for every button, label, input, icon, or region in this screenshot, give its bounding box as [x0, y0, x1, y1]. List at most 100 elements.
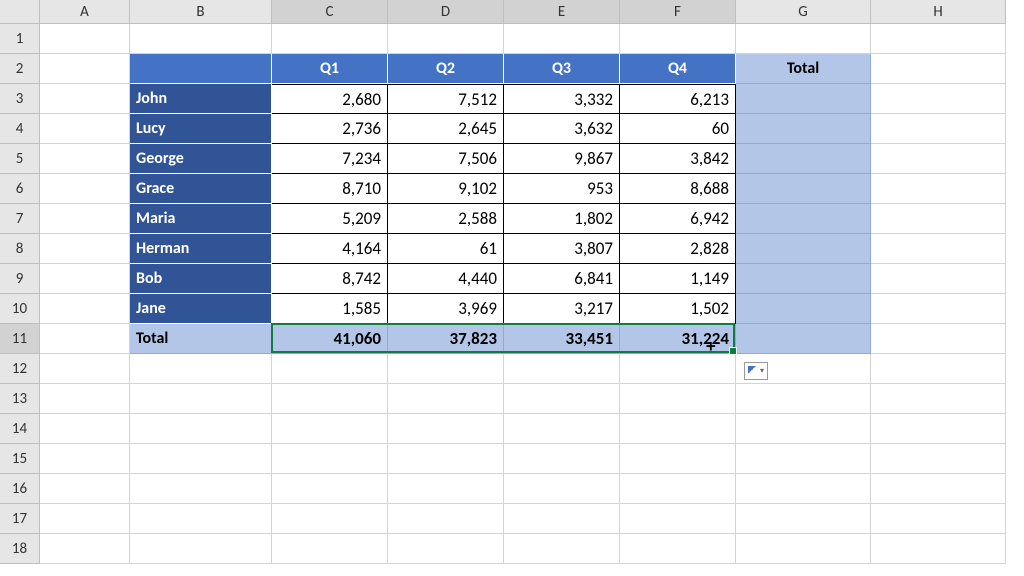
val-george-q2[interactable]: 7,506: [388, 144, 504, 174]
cell-G16[interactable]: [736, 474, 871, 504]
val-jane-q3[interactable]: 3,217: [504, 294, 620, 324]
cell-E1[interactable]: [504, 24, 620, 54]
col-header-E[interactable]: E: [504, 0, 620, 24]
header-q4[interactable]: Q4: [620, 54, 736, 84]
cell-H1[interactable]: [871, 24, 1006, 54]
row-header-9[interactable]: 9: [0, 264, 40, 294]
name-lucy[interactable]: Lucy: [130, 114, 272, 144]
total-q4[interactable]: 31,224: [620, 324, 736, 354]
col-header-G[interactable]: G: [736, 0, 871, 24]
cell-A13[interactable]: [40, 384, 130, 414]
cell-A9[interactable]: [40, 264, 130, 294]
row-header-18[interactable]: 18: [0, 534, 40, 564]
val-jane-q1[interactable]: 1,585: [272, 294, 388, 324]
total-q1[interactable]: 41,060: [272, 324, 388, 354]
cell-H16[interactable]: [871, 474, 1006, 504]
row-header-17[interactable]: 17: [0, 504, 40, 534]
col-header-B[interactable]: B: [130, 0, 272, 24]
total-john[interactable]: [736, 84, 871, 114]
cell-A5[interactable]: [40, 144, 130, 174]
cell-F13[interactable]: [620, 384, 736, 414]
val-grace-q3[interactable]: 953: [504, 174, 620, 204]
val-john-q2[interactable]: 7,512: [388, 84, 504, 114]
name-maria[interactable]: Maria: [130, 204, 272, 234]
total-label[interactable]: Total: [130, 324, 272, 354]
cell-A17[interactable]: [40, 504, 130, 534]
cell-D14[interactable]: [388, 414, 504, 444]
total-lucy[interactable]: [736, 114, 871, 144]
row-header-13[interactable]: 13: [0, 384, 40, 414]
col-header-C[interactable]: C: [272, 0, 388, 24]
cell-C15[interactable]: [272, 444, 388, 474]
col-header-F[interactable]: F: [620, 0, 736, 24]
cell-A10[interactable]: [40, 294, 130, 324]
val-jane-q2[interactable]: 3,969: [388, 294, 504, 324]
header-q3[interactable]: Q3: [504, 54, 620, 84]
cell-F17[interactable]: [620, 504, 736, 534]
cell-G18[interactable]: [736, 534, 871, 564]
cell-D18[interactable]: [388, 534, 504, 564]
name-bob[interactable]: Bob: [130, 264, 272, 294]
cell-A8[interactable]: [40, 234, 130, 264]
cell-H4[interactable]: [871, 114, 1006, 144]
val-bob-q2[interactable]: 4,440: [388, 264, 504, 294]
row-header-16[interactable]: 16: [0, 474, 40, 504]
cell-C13[interactable]: [272, 384, 388, 414]
val-maria-q4[interactable]: 6,942: [620, 204, 736, 234]
cell-B13[interactable]: [130, 384, 272, 414]
cell-H10[interactable]: [871, 294, 1006, 324]
cell-H6[interactable]: [871, 174, 1006, 204]
row-header-8[interactable]: 8: [0, 234, 40, 264]
select-all-corner[interactable]: [0, 0, 40, 24]
cell-A15[interactable]: [40, 444, 130, 474]
cell-A7[interactable]: [40, 204, 130, 234]
total-george[interactable]: [736, 144, 871, 174]
header-blank[interactable]: [130, 54, 272, 84]
val-john-q3[interactable]: 3,332: [504, 84, 620, 114]
row-header-7[interactable]: 7: [0, 204, 40, 234]
cell-H9[interactable]: [871, 264, 1006, 294]
val-jane-q4[interactable]: 1,502: [620, 294, 736, 324]
cell-A1[interactable]: [40, 24, 130, 54]
total-maria[interactable]: [736, 204, 871, 234]
total-bob[interactable]: [736, 264, 871, 294]
name-grace[interactable]: Grace: [130, 174, 272, 204]
val-grace-q1[interactable]: 8,710: [272, 174, 388, 204]
val-maria-q2[interactable]: 2,588: [388, 204, 504, 234]
cell-E18[interactable]: [504, 534, 620, 564]
name-john[interactable]: John: [130, 84, 272, 114]
val-george-q1[interactable]: 7,234: [272, 144, 388, 174]
cell-C18[interactable]: [272, 534, 388, 564]
cell-D15[interactable]: [388, 444, 504, 474]
cell-D1[interactable]: [388, 24, 504, 54]
row-header-5[interactable]: 5: [0, 144, 40, 174]
header-q1[interactable]: Q1: [272, 54, 388, 84]
cell-F18[interactable]: [620, 534, 736, 564]
cell-E16[interactable]: [504, 474, 620, 504]
cell-H11[interactable]: [871, 324, 1006, 354]
row-header-11[interactable]: 11: [0, 324, 40, 354]
cell-F16[interactable]: [620, 474, 736, 504]
val-bob-q3[interactable]: 6,841: [504, 264, 620, 294]
row-header-10[interactable]: 10: [0, 294, 40, 324]
cell-A11[interactable]: [40, 324, 130, 354]
cell-H7[interactable]: [871, 204, 1006, 234]
cell-G1[interactable]: [736, 24, 871, 54]
row-header-14[interactable]: 14: [0, 414, 40, 444]
val-george-q4[interactable]: 3,842: [620, 144, 736, 174]
total-jane[interactable]: [736, 294, 871, 324]
name-george[interactable]: George: [130, 144, 272, 174]
cell-A6[interactable]: [40, 174, 130, 204]
cell-A4[interactable]: [40, 114, 130, 144]
cell-A16[interactable]: [40, 474, 130, 504]
header-total[interactable]: Total: [736, 54, 871, 84]
row-header-2[interactable]: 2: [0, 54, 40, 84]
cell-F15[interactable]: [620, 444, 736, 474]
row-header-4[interactable]: 4: [0, 114, 40, 144]
total-q2[interactable]: 37,823: [388, 324, 504, 354]
row-header-15[interactable]: 15: [0, 444, 40, 474]
val-bob-q4[interactable]: 1,149: [620, 264, 736, 294]
cell-E13[interactable]: [504, 384, 620, 414]
val-maria-q1[interactable]: 5,209: [272, 204, 388, 234]
cell-B17[interactable]: [130, 504, 272, 534]
